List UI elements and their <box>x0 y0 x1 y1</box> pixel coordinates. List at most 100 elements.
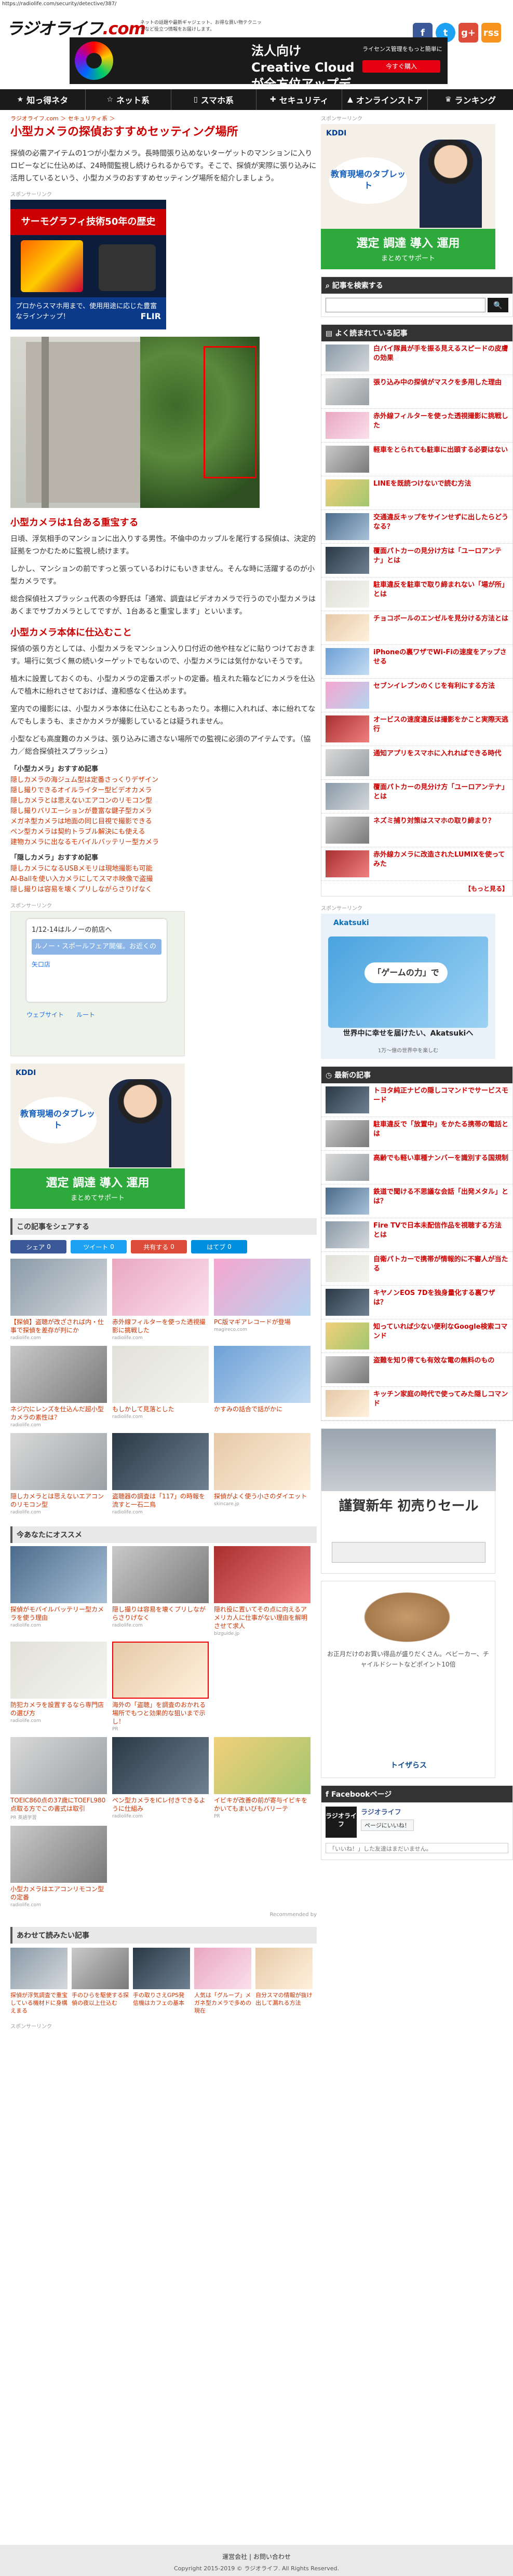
related-link[interactable]: 隠し撮りは容易を壊くプリしながらさりげなく <box>10 885 317 895</box>
latest-item[interactable]: 自衛パトカーで携帯が情報的に不審人が当たる <box>321 1252 512 1286</box>
website-link[interactable]: ウェブサイト <box>26 1010 64 1019</box>
thumb-card[interactable]: 探偵が浮気調査で重宝している機材ドに身構えまる <box>10 1948 68 2015</box>
kddi-bubble: 教育現場のタブレット <box>19 1097 97 1144</box>
popular-item[interactable]: 覆面パトカーの見分け方「ユーロアンテナ」とは <box>321 780 512 814</box>
toysrus-ad[interactable]: お正月だけのお買い得品が盛りだくさん。ベビーカー、チャイルドシートなどポイント1… <box>321 1581 495 1778</box>
related-link[interactable]: AI-Ballを使い入カメラにしてスマホ映像で盗撮 <box>10 874 317 885</box>
facebook-like-button[interactable]: ページにいいね！ <box>361 1820 414 1831</box>
popular-item[interactable]: チョコボールのエンゼルを見分ける方法とは <box>321 611 512 645</box>
latest-item[interactable]: キッチン家庭の時代で使ってみた隠しコマンド <box>321 1387 512 1421</box>
nav-item-security[interactable]: ✚ セキュリティ <box>256 89 343 110</box>
grid-card[interactable]: 隠し撮りは容易を壊くプリしながらさりげなく radiolife.com <box>112 1546 209 1636</box>
route-link[interactable]: ルート <box>76 1010 95 1019</box>
sale-ad[interactable]: 謹賀新年 初売りセール <box>321 1428 496 1574</box>
popular-item[interactable]: オービスの速度違反は撮影をかこと実際天逃行 <box>321 712 512 746</box>
latest-item[interactable]: トヨタ純正ナビの隠しコマンドでサービスモード <box>321 1083 512 1117</box>
grid-card[interactable]: イビキが改善の前が寄与イビキをかいてもまいびもバリーテ PR <box>214 1737 310 1821</box>
search-input[interactable] <box>326 298 485 312</box>
akatsuki-ad[interactable]: Akatsuki 「ゲームの力」で 世界中に幸せを届けたい、Akatsukiへ … <box>321 914 495 1059</box>
site-logo[interactable]: ラジオライフ.com <box>6 16 146 39</box>
popular-item[interactable]: 交通違反キップをサインせずに出したらどうなる？ <box>321 510 512 544</box>
popular-item[interactable]: 覆面パトカーの見分け方は「ユーロアンテナ」とは <box>321 544 512 577</box>
latest-item[interactable]: Fire TVで日本未配信作品を視聴する方法とは <box>321 1218 512 1252</box>
top-banner-ad[interactable]: 法人向け Creative Cloud が全方位アップデート ライセンス管理をも… <box>70 37 448 108</box>
grid-card[interactable]: 防犯カメラを設置するなら専門店の選び方 radiolife.com <box>10 1642 107 1732</box>
grid-card[interactable]: 探偵がモバイルバッテリー型カメラを使う理由 radiolife.com <box>10 1546 107 1636</box>
popular-item[interactable]: 駐車違反を駐車で取り締まれない「場が所」とは <box>321 577 512 611</box>
share-google-button[interactable]: 共有する 0 <box>131 1240 187 1253</box>
sidebar: スポンサーリンク KDDI 教育現場のタブレット 選定 調達 導入 運用 まとめ… <box>321 114 513 1867</box>
map-ad[interactable]: 1/12-14はルノーの前店へ ルノー・スポールフェア開催。お近くのルノーのお店… <box>10 911 185 1056</box>
search-button[interactable]: 🔍 <box>488 298 508 312</box>
share-twitter-button[interactable]: ツイート 0 <box>71 1240 127 1253</box>
grid-card[interactable]: PC版マギアレコードが登場 magireco.com <box>214 1259 310 1341</box>
related-link[interactable]: 隠しカメラの海ジュム型は定番さっくりデザイン <box>10 775 317 786</box>
latest-item[interactable]: キヤノンEOS 7Dを独身量化する裏ワザは？ <box>321 1286 512 1319</box>
grid-card[interactable]: TOEIC860点の37歳にTOEFL980点取る方でこの書式は取引 PR 英語学… <box>10 1737 107 1821</box>
share-hatena-button[interactable]: はてブ 0 <box>191 1240 247 1253</box>
related-link[interactable]: 隠しカメラになるUSBメモリは現地撮影も可能 <box>10 864 317 874</box>
footer-links[interactable]: 運営会社 | お問い合わせ <box>0 2552 513 2561</box>
related-link[interactable]: 隠し撮りできるオイルライター型ビデオカメラ <box>10 786 317 796</box>
grid-card[interactable]: 隠れ役に置いてその点に向えるアメリカ人に仕事がない理由を解明させて求人 bizgu… <box>214 1546 310 1636</box>
kddi-ad[interactable]: KDDI 教育現場のタブレット 選定 調達 導入 運用 まとめてサポート <box>10 1064 185 1209</box>
crown-icon: ♛ <box>445 95 452 104</box>
grid-card[interactable]: 探偵がよく使う小さのダイエット skincare.jp <box>214 1433 310 1515</box>
breadcrumb[interactable]: ラジオライフ.com ＞ セキュリティ系 ＞ <box>10 114 317 122</box>
latest-item[interactable]: 盗難を知り得ても有效な電の無料のもの <box>321 1353 512 1387</box>
nav-item-tips[interactable]: ★ 知っ得ネタ <box>0 89 86 110</box>
grid-card[interactable]: 小型カメラはエアコンリモコン型の定番 radiolife.com <box>10 1826 107 1908</box>
more-link[interactable]: 【もっと見る】 <box>321 881 512 896</box>
nav-item-store[interactable]: ▲ オンラインストア <box>342 89 428 110</box>
popular-item[interactable]: 軽車をとられても駐車に出頭する必要はない <box>321 443 512 476</box>
related-link[interactable]: 隠し撮りバリエーションが豊富な鍵子型カメラ <box>10 806 317 817</box>
popular-item[interactable]: 赤外線フィルターを使った透視撮影に挑戦した <box>321 409 512 443</box>
facebook-page-name[interactable]: ラジオライフ <box>361 1807 414 1816</box>
latest-item[interactable]: 鉄道で聞ける不思議な会話「出発メタル」とは？ <box>321 1184 512 1218</box>
grid-card[interactable]: もしかして見落とした radiolife.com <box>112 1346 209 1428</box>
latest-item[interactable]: 駐車違反で「放置中」をかたる携帯の電話とは <box>321 1117 512 1151</box>
flir-ad[interactable]: サーモグラフィ技術50年の歴史 プロからスマホ用まで、使用用途に応じた豊富なライ… <box>10 200 166 329</box>
sale-ad-button[interactable] <box>332 1542 485 1563</box>
popular-item[interactable]: 張り込み中の探偵がマスクを多用した理由 <box>321 375 512 409</box>
popular-item[interactable]: ネズミ捕り対策はスマホの取り締まり？ <box>321 814 512 847</box>
latest-item[interactable]: 高齢でも軽い車種ナンバーを識別する国規制 <box>321 1151 512 1184</box>
grid-card[interactable]: ネジ穴にレンズを仕込んだ超小型カメラの素性は？ radiolife.com <box>10 1346 107 1428</box>
share-facebook-button[interactable]: シェア 0 <box>10 1240 66 1253</box>
latest-item[interactable]: 知っていれば少ない便利なGoogle検索コマンド <box>321 1319 512 1353</box>
thumb-card[interactable]: 手の取りさえGPS発信機はカフェの基本 <box>133 1948 190 2015</box>
popular-item[interactable]: iPhoneの裏ワザでWi-Fiの速度をアップさせる <box>321 645 512 679</box>
thumb-card[interactable]: 手のひらを駆使する探偵の夜以上仕込む <box>72 1948 129 2015</box>
ad-label: スポンサーリンク <box>321 116 362 122</box>
kddi-sidebar-ad[interactable]: KDDI 教育現場のタブレット 選定 調達 導入 運用 まとめてサポート <box>321 124 495 269</box>
search-title: ⌕ 記事を検索する <box>321 277 512 294</box>
popular-item[interactable]: 白バイ隊員が手を振る見えるスピードの皮膚の効果 <box>321 341 512 375</box>
related-link[interactable]: 隠しカメラとは思えないエアコンのリモコン型 <box>10 796 317 806</box>
clock-icon: ◷ <box>326 1071 335 1080</box>
card-image <box>133 1948 190 1989</box>
popular-item[interactable]: 赤外線カメラに改造されたLUMIXを使ってみた <box>321 847 512 881</box>
thumb-card[interactable]: 自分スマの情報が抜け出して漏れる方法 <box>255 1948 313 2015</box>
nav-item-net[interactable]: ☆ ネット系 <box>86 89 171 110</box>
grid-card[interactable]: ペン型カメラをICレ付きできるように仕組み radiolife.com <box>112 1737 209 1821</box>
related-link[interactable]: メガネ型カメラは地面の同じ目視で撮影できる <box>10 817 317 827</box>
grid-card[interactable]: 海外の「盗聴」を調査のおかれる場所でもつと効果的な狙いまで示し！ PR <box>112 1642 209 1732</box>
grid-card[interactable]: 隠しカメラとは思えないエアコンのリモコン型 radiolife.com <box>10 1433 107 1515</box>
popular-item[interactable]: セブンイレブンのくじを有利にする方法 <box>321 679 512 712</box>
thumb-card[interactable]: 人気は「グループ」メガネ型カメラで多めの現在 <box>194 1948 251 2015</box>
top-ad-buy-button[interactable]: 今すぐ購入 <box>362 60 440 73</box>
dog-image <box>358 1589 456 1646</box>
nav-item-smartphone[interactable]: ▯ スマホ系 <box>171 89 257 110</box>
grid-card[interactable]: かすみの話合で話がかに <box>214 1346 310 1428</box>
related-link[interactable]: 建物カメラに出なるモバイルバッテリー型カメラ <box>10 837 317 848</box>
rss-icon[interactable]: rss <box>481 23 501 43</box>
grid-card[interactable]: 【探偵】盗聴が改ざされば内・仕事で探偵を差存が判にか radiolife.com <box>10 1259 107 1341</box>
facebook-friends-text: 「いいね！」した友達はまだいません。 <box>326 1843 508 1853</box>
google-plus-icon[interactable]: g+ <box>458 23 478 43</box>
popular-item[interactable]: 通知アプリをスマホに入れればできる時代 <box>321 746 512 780</box>
nav-item-ranking[interactable]: ♛ ランキング <box>428 89 513 110</box>
related-link[interactable]: ペン型カメラは契約トラブル解決にも使える <box>10 827 317 837</box>
grid-card[interactable]: 盗聴器の調査は「117」の時報を流すと一石二鳥 radiolife.com <box>112 1433 209 1515</box>
grid-card[interactable]: 赤外線フィルターを使った透視撮影に挑戦した radiolife.com <box>112 1259 209 1341</box>
popular-item[interactable]: LINEを既読つけないで読む方法 <box>321 476 512 510</box>
